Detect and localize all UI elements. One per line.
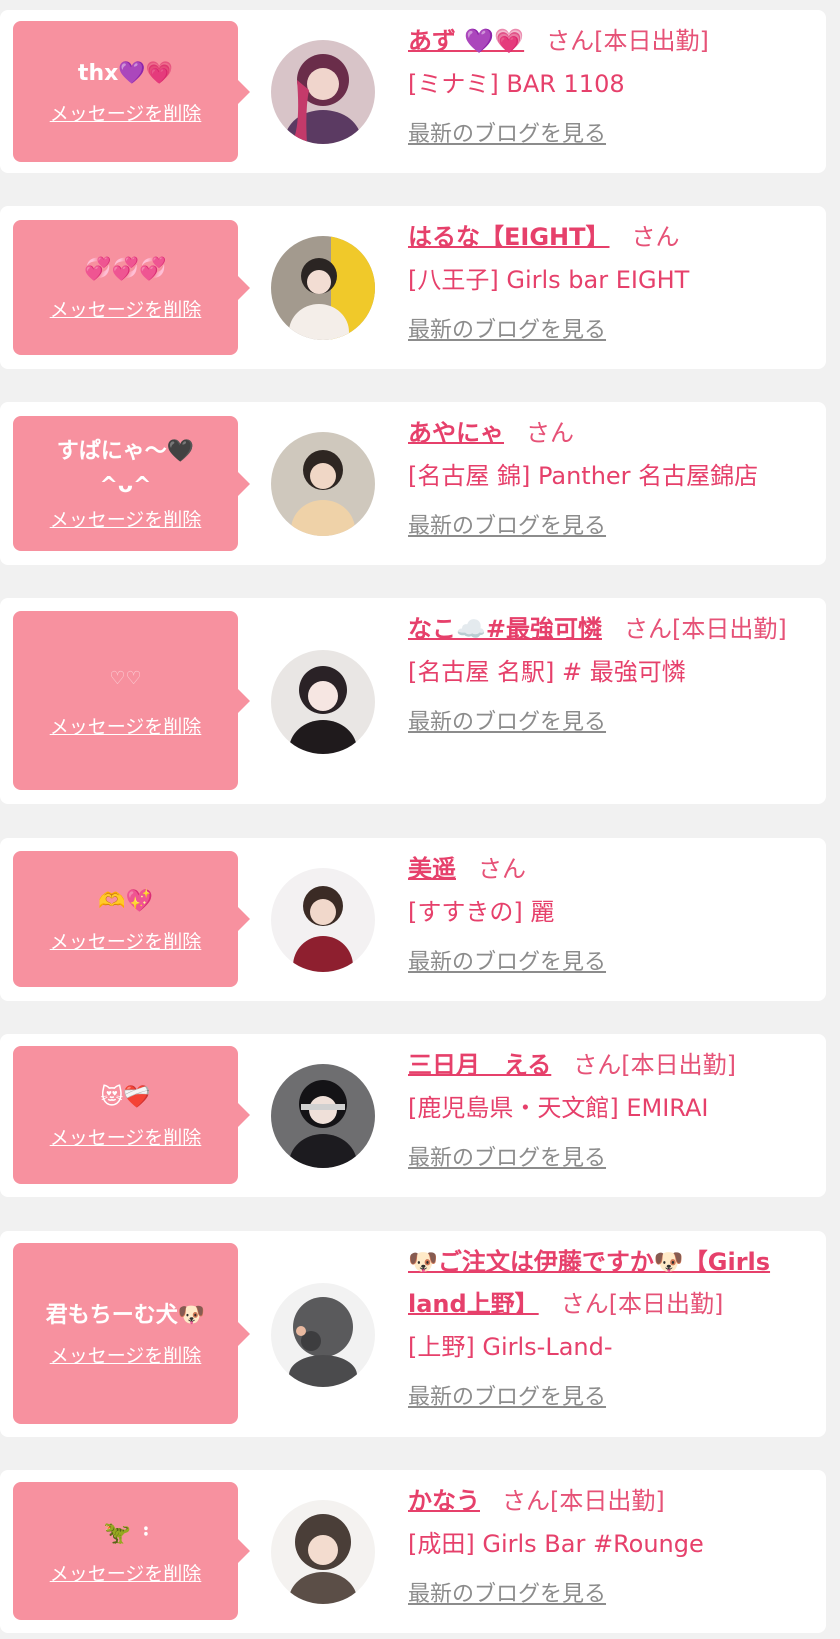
delete-message-link[interactable]: メッセージを削除	[50, 505, 202, 532]
latest-blog-link[interactable]: 最新のブログを見る	[408, 1379, 606, 1411]
status-badge: [本日出勤]	[672, 615, 787, 643]
message-text: 🫶💖	[98, 888, 153, 914]
delete-message-link[interactable]: メッセージを削除	[50, 1123, 202, 1150]
cast-name-link[interactable]: あやにゃ	[408, 419, 504, 447]
delete-message-link[interactable]: メッセージを削除	[50, 99, 202, 126]
cast-name-link[interactable]: かなう	[408, 1487, 480, 1515]
honorific: さん	[624, 615, 672, 643]
latest-blog-link[interactable]: 最新のブログを見る	[408, 1576, 606, 1608]
shop-info: [名古屋 名駅] # 最強可憐	[408, 658, 686, 686]
status-badge: [本日出勤]	[594, 27, 709, 55]
message-bubble: thx💜💗 メッセージを削除	[13, 21, 250, 162]
avatar[interactable]	[271, 868, 375, 972]
shop-info: [八王子] Girls bar EIGHT	[408, 266, 690, 294]
shop-info: [成田] Girls Bar #Rounge	[408, 1530, 704, 1558]
message-card: 💞💞💞 メッセージを削除 はるな【EIGHT】 さん [八王子] Girls ba…	[0, 206, 826, 369]
avatar[interactable]	[271, 432, 375, 536]
cast-name-link[interactable]: なこ☁️#最強可憐	[408, 615, 602, 643]
message-card: すぱにゃ〜🖤 ^ᴗ^ メッセージを削除 あやにゃ さん [名古屋 錦] Panth…	[0, 402, 826, 565]
cast-name-link[interactable]: 三日月 える	[408, 1051, 551, 1079]
shop-info: [すすきの] 麗	[408, 898, 555, 926]
status-badge: [本日出勤]	[550, 1487, 665, 1515]
message-bubble: すぱにゃ〜🖤 ^ᴗ^ メッセージを削除	[13, 416, 250, 551]
latest-blog-link[interactable]: 最新のブログを見る	[408, 116, 606, 148]
avatar[interactable]	[271, 1064, 375, 1168]
message-text: ♡♡	[109, 668, 142, 689]
latest-blog-link[interactable]: 最新のブログを見る	[408, 508, 606, 540]
shop-info: [鹿児島県・天文館] EMIRAI	[408, 1094, 709, 1122]
latest-blog-link[interactable]: 最新のブログを見る	[408, 704, 606, 736]
delete-message-link[interactable]: メッセージを削除	[50, 712, 202, 739]
message-card: ♡♡ メッセージを削除 なこ☁️#最強可憐 さん[本日出勤] [名古屋 名駅] #…	[0, 598, 826, 804]
message-text: すぱにゃ〜🖤 ^ᴗ^	[56, 439, 195, 498]
status-badge: [本日出勤]	[608, 1290, 724, 1318]
delete-message-link[interactable]: メッセージを削除	[50, 927, 202, 954]
latest-blog-link[interactable]: 最新のブログを見る	[408, 1140, 606, 1172]
message-card: 😻❤️‍🩹 メッセージを削除 三日月 える さん[本日出勤] [鹿児島県・天文館]…	[0, 1034, 826, 1197]
avatar[interactable]	[271, 650, 375, 754]
cast-name-link[interactable]: はるな【EIGHT】	[408, 223, 609, 251]
status-badge: [本日出勤]	[621, 1051, 737, 1079]
shop-info: [名古屋 錦] Panther 名古屋錦店	[408, 462, 759, 490]
message-card: 🦖 ᠄ メッセージを削除 かなう さん[本日出勤] [成田] Girls Bar …	[0, 1470, 826, 1633]
cast-name-link[interactable]: あず 💜💗	[408, 27, 524, 55]
message-text: 💞💞💞	[84, 257, 167, 282]
message-text: 君もちーむ犬🐶	[45, 1303, 206, 1328]
honorific: さん	[478, 855, 526, 883]
delete-message-link[interactable]: メッセージを削除	[50, 1559, 202, 1586]
honorific: さん	[560, 1290, 609, 1318]
shop-info: [上野] Girls-Land-	[408, 1333, 613, 1361]
honorific: さん	[631, 223, 680, 251]
message-text: 🦖 ᠄	[103, 1520, 148, 1546]
honorific: さん	[546, 27, 595, 55]
latest-blog-link[interactable]: 最新のブログを見る	[408, 312, 606, 344]
message-bubble: 💞💞💞 メッセージを削除	[13, 220, 250, 355]
message-card: thx💜💗 メッセージを削除 あず 💜💗 さん[本日出勤] [ミナミ] BAR 1…	[0, 10, 826, 173]
honorific: さん	[573, 1051, 622, 1079]
delete-message-link[interactable]: メッセージを削除	[50, 1341, 202, 1368]
message-bubble: 🦖 ᠄ メッセージを削除	[13, 1482, 250, 1620]
avatar[interactable]	[271, 236, 375, 340]
message-bubble: ♡♡ メッセージを削除	[13, 611, 250, 790]
shop-info: [ミナミ] BAR 1108	[408, 70, 625, 98]
message-card: 君もちーむ犬🐶 メッセージを削除 🐶ご注文は伊藤ですか🐶【Girls land上…	[0, 1231, 826, 1437]
avatar[interactable]	[271, 1500, 375, 1604]
message-text: thx💜💗	[77, 61, 174, 86]
avatar[interactable]	[271, 1283, 375, 1387]
message-text: 😻❤️‍🩹	[100, 1084, 151, 1110]
message-bubble: 君もちーむ犬🐶 メッセージを削除	[13, 1243, 250, 1424]
message-bubble: 🫶💖 メッセージを削除	[13, 851, 250, 987]
message-list: thx💜💗 メッセージを削除 あず 💜💗 さん[本日出勤] [ミナミ] BAR 1…	[0, 0, 840, 1639]
honorific: さん	[526, 419, 574, 447]
honorific: さん	[502, 1487, 550, 1515]
message-card: 🫶💖 メッセージを削除 美遥 さん [すすきの] 麗 最新のブログを見る	[0, 838, 826, 1001]
delete-message-link[interactable]: メッセージを削除	[50, 295, 202, 322]
cast-name-link[interactable]: 美遥	[408, 855, 456, 883]
message-bubble: 😻❤️‍🩹 メッセージを削除	[13, 1046, 250, 1184]
latest-blog-link[interactable]: 最新のブログを見る	[408, 944, 606, 976]
avatar[interactable]	[271, 40, 375, 144]
